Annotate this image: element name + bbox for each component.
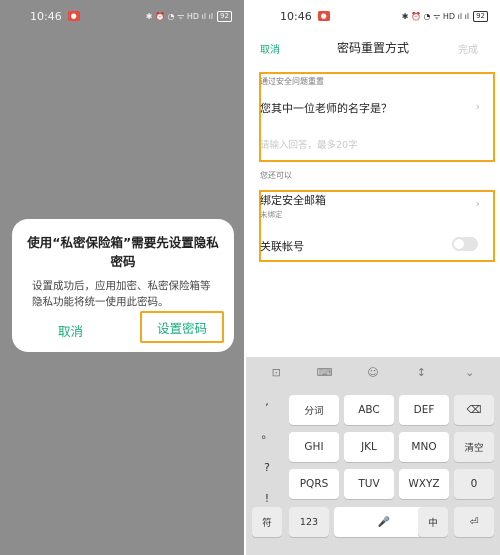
key-def[interactable]: DEF [399, 395, 449, 425]
keyboard-icon[interactable]: ⌨ [315, 366, 335, 379]
keyboard: ⊡ ⌨ ☺ ↕ ⌄ , 。 ? ! 分词 ABC DEF ⌫ GHI JKL M… [246, 357, 500, 555]
key-abc[interactable]: ABC [344, 395, 394, 425]
punct-key[interactable]: , [265, 395, 269, 408]
punct-key[interactable]: ? [264, 461, 270, 474]
bind-email-item[interactable]: 绑定安全邮箱 [260, 192, 326, 208]
punct-key[interactable]: 。 [262, 426, 273, 442]
key-wxyz[interactable]: WXYZ [399, 469, 449, 499]
chevron-right-icon: › [475, 197, 480, 210]
key-zero[interactable]: 0 [454, 469, 494, 499]
notification-icon: ● [317, 11, 330, 21]
nav-done-button[interactable]: 完成 [458, 41, 478, 56]
notification-icon: ● [67, 11, 80, 21]
key-pqrs[interactable]: PQRS [289, 469, 339, 499]
battery-icon: 92 [473, 10, 488, 22]
nav-bar: 取消 密码重置方式 完成 [246, 32, 500, 62]
emoji-icon[interactable]: ☺ [363, 366, 383, 379]
right-screen: 10:46 ● ✱ ⏰ ◔ ᯤ HD ıl ıl 92 取消 密码重置方式 完成… [246, 0, 500, 555]
key-fenci[interactable]: 分词 [289, 395, 339, 425]
punct-key[interactable]: ! [265, 492, 269, 505]
status-time: 10:46 [280, 9, 312, 23]
keyboard-toolbar: ⊡ ⌨ ☺ ↕ ⌄ [246, 357, 500, 387]
key-jkl[interactable]: JKL [344, 432, 394, 462]
toolbox-icon[interactable]: ⊡ [266, 366, 286, 379]
cursor-move-icon[interactable]: ↕ [411, 366, 431, 379]
status-indicators: ✱ ⏰ ◔ ᯤ HD ıl ıl [145, 11, 214, 21]
linked-account-label: 关联帐号 [260, 240, 304, 253]
clear-key[interactable]: 清空 [454, 432, 494, 462]
key-mno[interactable]: MNO [399, 432, 449, 462]
security-section-label: 通过安全问题重置 [260, 77, 324, 86]
status-icons: ✱ ⏰ ◔ ᯤ HD ıl ıl 92 [145, 10, 232, 22]
email-status: 未绑定 [260, 210, 283, 219]
status-bar: 10:46 ● ✱ ⏰ ◔ ᯤ HD ıl ıl 92 [246, 0, 500, 32]
enter-key[interactable]: ⏎ [454, 507, 494, 537]
dialog-cancel-button[interactable]: 取消 [58, 321, 83, 340]
collapse-keyboard-icon[interactable]: ⌄ [460, 366, 480, 379]
set-password-button[interactable]: 设置密码 [140, 311, 224, 343]
chevron-right-icon: › [475, 100, 480, 113]
dialog-title: 使用“私密保险箱”需要先设置隐私密码 [27, 235, 219, 269]
left-screen: 10:46 ● ✱ ⏰ ◔ ᯤ HD ıl ıl 92 使用“私密保险箱”需要先… [0, 0, 244, 555]
key-ghi[interactable]: GHI [289, 432, 339, 462]
answer-input[interactable]: 请输入回答，最多20字 [260, 137, 358, 151]
linked-account-toggle[interactable] [452, 237, 478, 251]
toggle-knob [454, 239, 464, 249]
backspace-key[interactable]: ⌫ [454, 395, 494, 425]
punctuation-column: , 。 ? ! [252, 395, 282, 505]
battery-icon: 92 [217, 10, 232, 22]
number-key[interactable]: 123 [289, 507, 329, 537]
key-tuv[interactable]: TUV [344, 469, 394, 499]
status-time: 10:46 [30, 9, 62, 23]
password-dialog: 使用“私密保险箱”需要先设置隐私密码 设置成功后，应用加密、私密保险箱等隐私功能… [12, 219, 234, 352]
status-bar: 10:46 ● ✱ ⏰ ◔ ᯤ HD ıl ıl 92 [0, 0, 244, 32]
status-indicators: ✱ ⏰ ◔ ᯤ HD ıl ıl [401, 11, 470, 21]
symbol-key[interactable]: 符 [252, 507, 282, 537]
security-question-selector[interactable]: 您其中一位老师的名字是？ [260, 100, 392, 116]
dialog-message: 设置成功后，应用加密、私密保险箱等隐私功能将统一使用此密码。 [32, 280, 211, 308]
language-key[interactable]: 中 [418, 507, 448, 537]
microphone-icon: 🎤 [377, 516, 391, 528]
status-icons: ✱ ⏰ ◔ ᯤ HD ıl ıl 92 [401, 10, 488, 22]
alt-section-label: 您还可以 [260, 171, 292, 180]
